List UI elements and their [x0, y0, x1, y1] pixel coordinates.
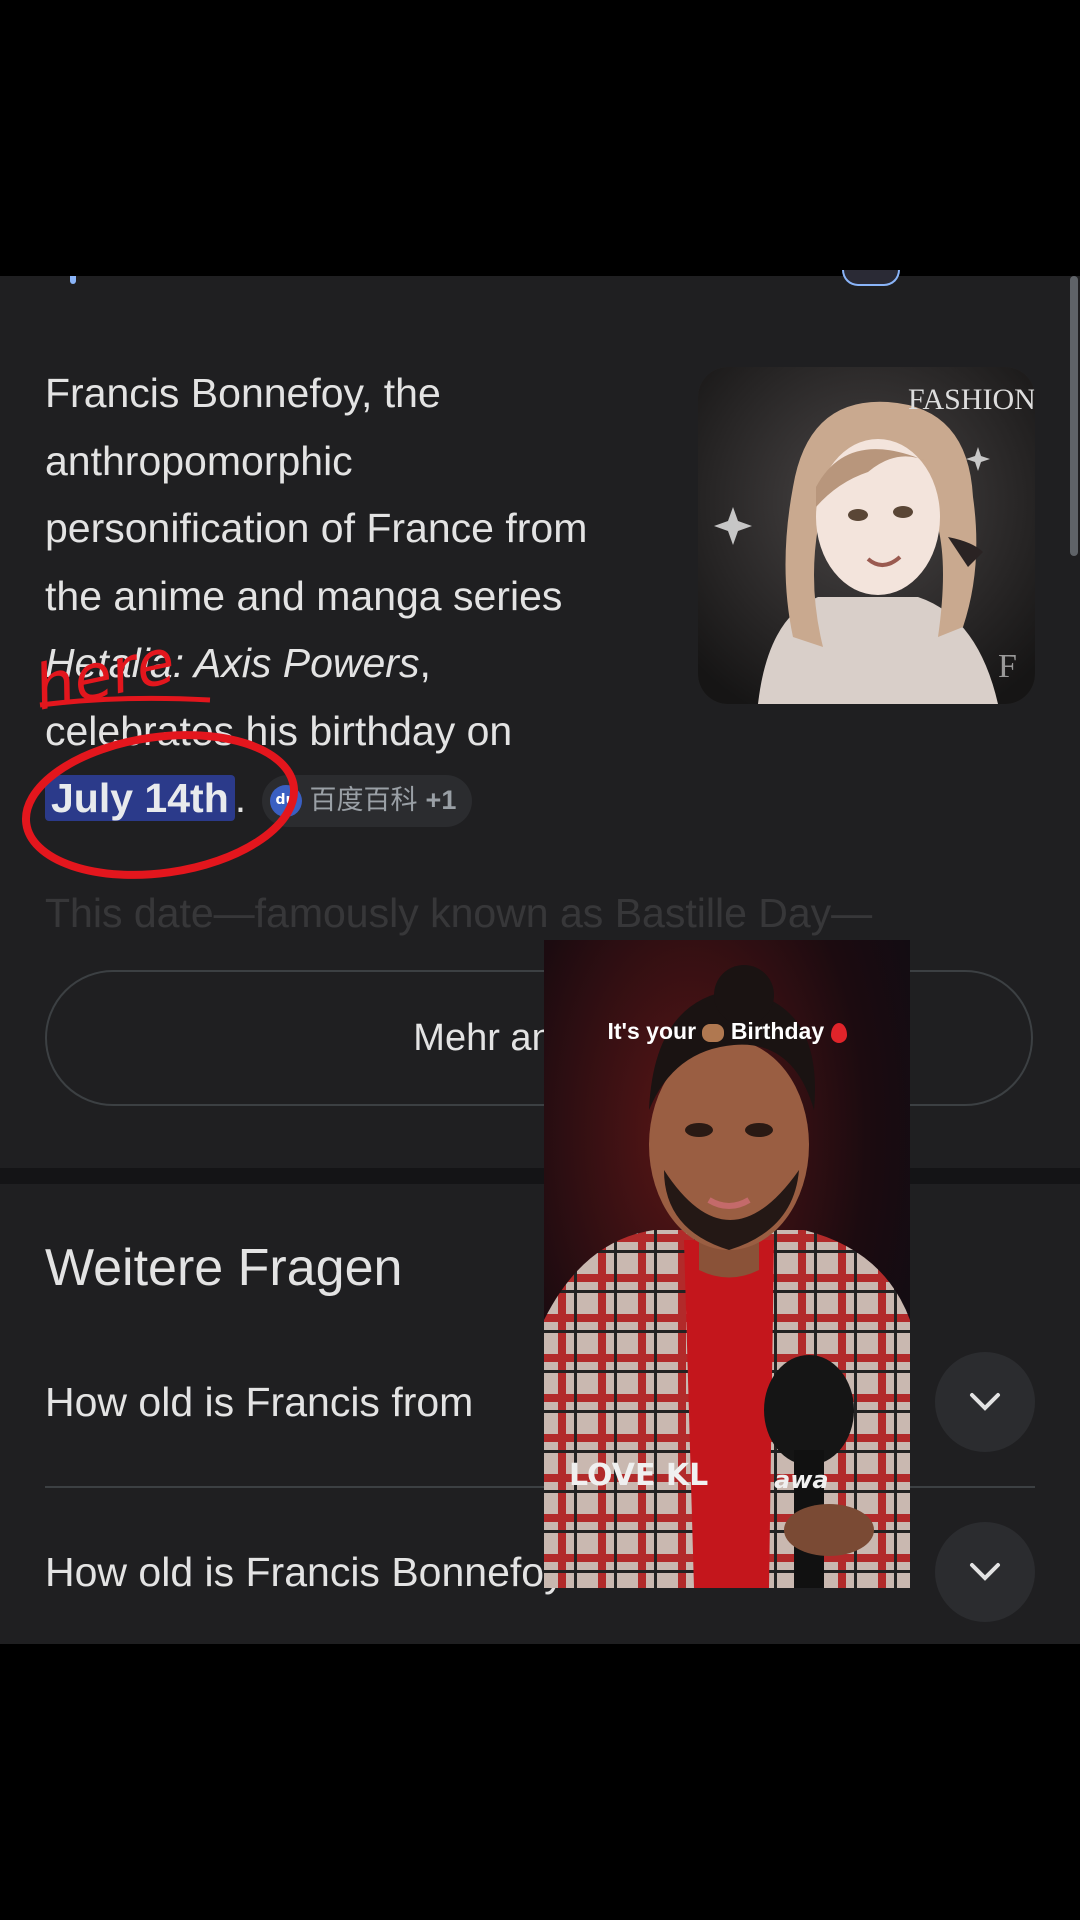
thumbnail-corner-letter: F	[998, 648, 1017, 685]
scrollbar[interactable]	[1070, 276, 1078, 556]
caption-after: Birthday	[730, 1018, 825, 1044]
source-chip-extra: +1	[425, 785, 457, 816]
anime-illustration: FASHION F	[698, 367, 1035, 704]
answer-period: .	[234, 775, 247, 821]
thumbnail-watermark: FASHION	[908, 383, 1035, 416]
caption-before: It's your	[607, 1018, 697, 1044]
related-questions-title: Weitere Fragen	[45, 1239, 403, 1297]
expand-button[interactable]	[935, 1522, 1035, 1622]
fist-emoji-icon	[702, 1023, 725, 1042]
balloon-icon	[830, 1022, 847, 1043]
shirt-text: LOVE KL	[569, 1458, 708, 1493]
source-chip[interactable]: du 百度百科 +1	[261, 775, 473, 828]
expand-button[interactable]	[935, 1352, 1035, 1452]
answer-text-before: Francis Bonnefoy, the anthropomorphic pe…	[45, 370, 588, 619]
baidu-icon: du	[269, 785, 302, 818]
overlay-video[interactable]: LOVE KL awa It's your Birthday	[544, 940, 910, 1588]
video-caption: It's your Birthday	[544, 1018, 910, 1045]
question-text: How old is Francis Bonnefoy	[45, 1548, 565, 1595]
ai-answer-text: Francis Bonnefoy, the anthropomorphic pe…	[45, 360, 605, 833]
chevron-down-icon	[970, 1563, 1000, 1581]
birthday-date-highlight: July 14th	[45, 775, 235, 821]
shirt-text-2: awa	[774, 1466, 829, 1494]
answer-continuation-faded: This date—famously known as Bastille Day…	[45, 890, 873, 936]
question-text: How old is Francis from	[45, 1378, 474, 1425]
header-remnant	[70, 276, 76, 284]
source-chip-label: 百度百科	[309, 785, 418, 816]
chevron-down-icon	[970, 1393, 1000, 1411]
section-divider	[0, 1168, 1080, 1184]
avatar-remnant	[842, 270, 900, 286]
series-title: Hetalia: Axis Powers	[45, 640, 420, 686]
francis-thumbnail[interactable]: FASHION F	[698, 367, 1035, 704]
